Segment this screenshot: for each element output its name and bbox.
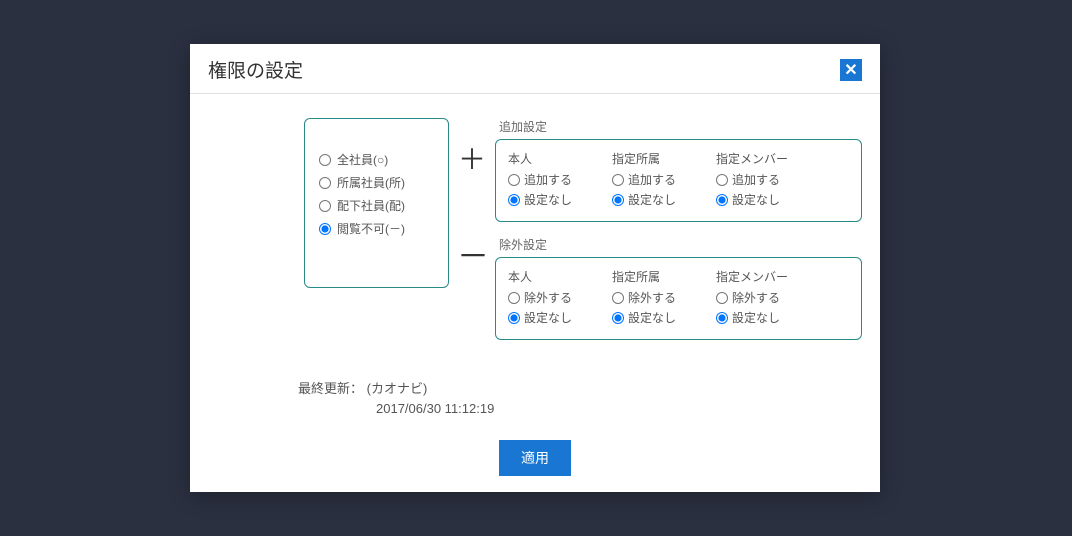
remove-member-radio-none[interactable] [716,312,728,324]
add-col-title: 指定所属 [612,150,692,167]
sign-column: ＋ － [457,118,487,272]
scope-radio-subordinate[interactable] [319,200,331,212]
plus-icon: ＋ [457,146,487,174]
add-member-none[interactable]: 設定なし [716,191,796,208]
radio-label: 除外する [524,289,572,306]
scope-radio-belong[interactable] [319,177,331,189]
remove-self-radio-remove[interactable] [508,292,520,304]
scope-label: 全社員(○) [337,151,388,168]
remove-col-title: 指定所属 [612,268,692,285]
right-column: 追加設定 本人 追加する 設定なし 指定所属 [495,118,862,354]
scope-radio-all[interactable] [319,154,331,166]
add-col-member: 指定メンバー 追加する 設定なし [716,150,796,211]
scope-label: 配下社員(配) [337,197,405,214]
close-button[interactable]: ✕ [840,59,862,81]
add-col-title: 本人 [508,150,588,167]
modal-footer: 適用 [190,424,880,492]
add-dept-add[interactable]: 追加する [612,171,692,188]
scope-option-noview[interactable]: 閲覧不可(－) [319,220,434,237]
scope-option-belong[interactable]: 所属社員(所) [319,174,434,191]
modal-title: 権限の設定 [208,56,303,83]
add-col-dept: 指定所属 追加する 設定なし [612,150,692,211]
apply-button[interactable]: 適用 [499,440,571,476]
add-col-title: 指定メンバー [716,150,796,167]
add-member-add[interactable]: 追加する [716,171,796,188]
remove-member-remove[interactable]: 除外する [716,289,796,306]
remove-box: 本人 除外する 設定なし 指定所属 [495,257,862,340]
last-update-label: 最終更新： (カオナビ) [298,378,862,397]
remove-col-dept: 指定所属 除外する 設定なし [612,268,692,329]
remove-dept-remove[interactable]: 除外する [612,289,692,306]
remove-dept-none[interactable]: 設定なし [612,309,692,326]
remove-col-title: 本人 [508,268,588,285]
remove-col-self: 本人 除外する 設定なし [508,268,588,329]
remove-section-label: 除外設定 [495,236,862,253]
remove-member-none[interactable]: 設定なし [716,309,796,326]
radio-label: 設定なし [628,309,676,326]
add-col-self: 本人 追加する 設定なし [508,150,588,211]
radio-label: 設定なし [732,309,780,326]
remove-self-radio-none[interactable] [508,312,520,324]
remove-dept-radio-none[interactable] [612,312,624,324]
radio-label: 除外する [628,289,676,306]
remove-self-none[interactable]: 設定なし [508,309,588,326]
scope-box: 全社員(○) 所属社員(所) 配下社員(配) 閲覧不可(－) [304,118,449,288]
modal-body: 全社員(○) 所属社員(所) 配下社員(配) 閲覧不可(－) ＋ － [190,94,880,424]
modal-header: 権限の設定 ✕ [190,44,880,94]
add-self-radio-add[interactable] [508,174,520,186]
radio-label: 追加する [524,171,572,188]
add-self-add[interactable]: 追加する [508,171,588,188]
remove-col-title: 指定メンバー [716,268,796,285]
add-dept-radio-add[interactable] [612,174,624,186]
radio-label: 追加する [628,171,676,188]
add-self-none[interactable]: 設定なし [508,191,588,208]
remove-dept-radio-remove[interactable] [612,292,624,304]
radio-label: 設定なし [524,309,572,326]
permission-modal: 権限の設定 ✕ 全社員(○) 所属社員(所) 配下社員(配) [190,44,880,492]
scope-option-all[interactable]: 全社員(○) [319,151,434,168]
close-icon: ✕ [844,60,857,80]
scope-label: 所属社員(所) [337,174,405,191]
add-member-radio-none[interactable] [716,194,728,206]
last-update-info: 最終更新： (カオナビ) 2017/06/30 11:12:19 [208,378,862,416]
remove-col-member: 指定メンバー 除外する 設定なし [716,268,796,329]
columns-layout: 全社員(○) 所属社員(所) 配下社員(配) 閲覧不可(－) ＋ － [208,118,862,354]
add-dept-none[interactable]: 設定なし [612,191,692,208]
remove-member-radio-remove[interactable] [716,292,728,304]
last-update-timestamp: 2017/06/30 11:12:19 [298,401,862,416]
scope-label: 閲覧不可(－) [337,220,405,237]
add-box: 本人 追加する 設定なし 指定所属 [495,139,862,222]
scope-option-subordinate[interactable]: 配下社員(配) [319,197,434,214]
add-section-label: 追加設定 [495,118,862,135]
radio-label: 設定なし [524,191,572,208]
remove-self-remove[interactable]: 除外する [508,289,588,306]
minus-icon: － [457,240,487,272]
radio-label: 設定なし [628,191,676,208]
radio-label: 除外する [732,289,780,306]
scope-radio-noview[interactable] [319,223,331,235]
add-member-radio-add[interactable] [716,174,728,186]
add-self-radio-none[interactable] [508,194,520,206]
radio-label: 設定なし [732,191,780,208]
add-dept-radio-none[interactable] [612,194,624,206]
radio-label: 追加する [732,171,780,188]
